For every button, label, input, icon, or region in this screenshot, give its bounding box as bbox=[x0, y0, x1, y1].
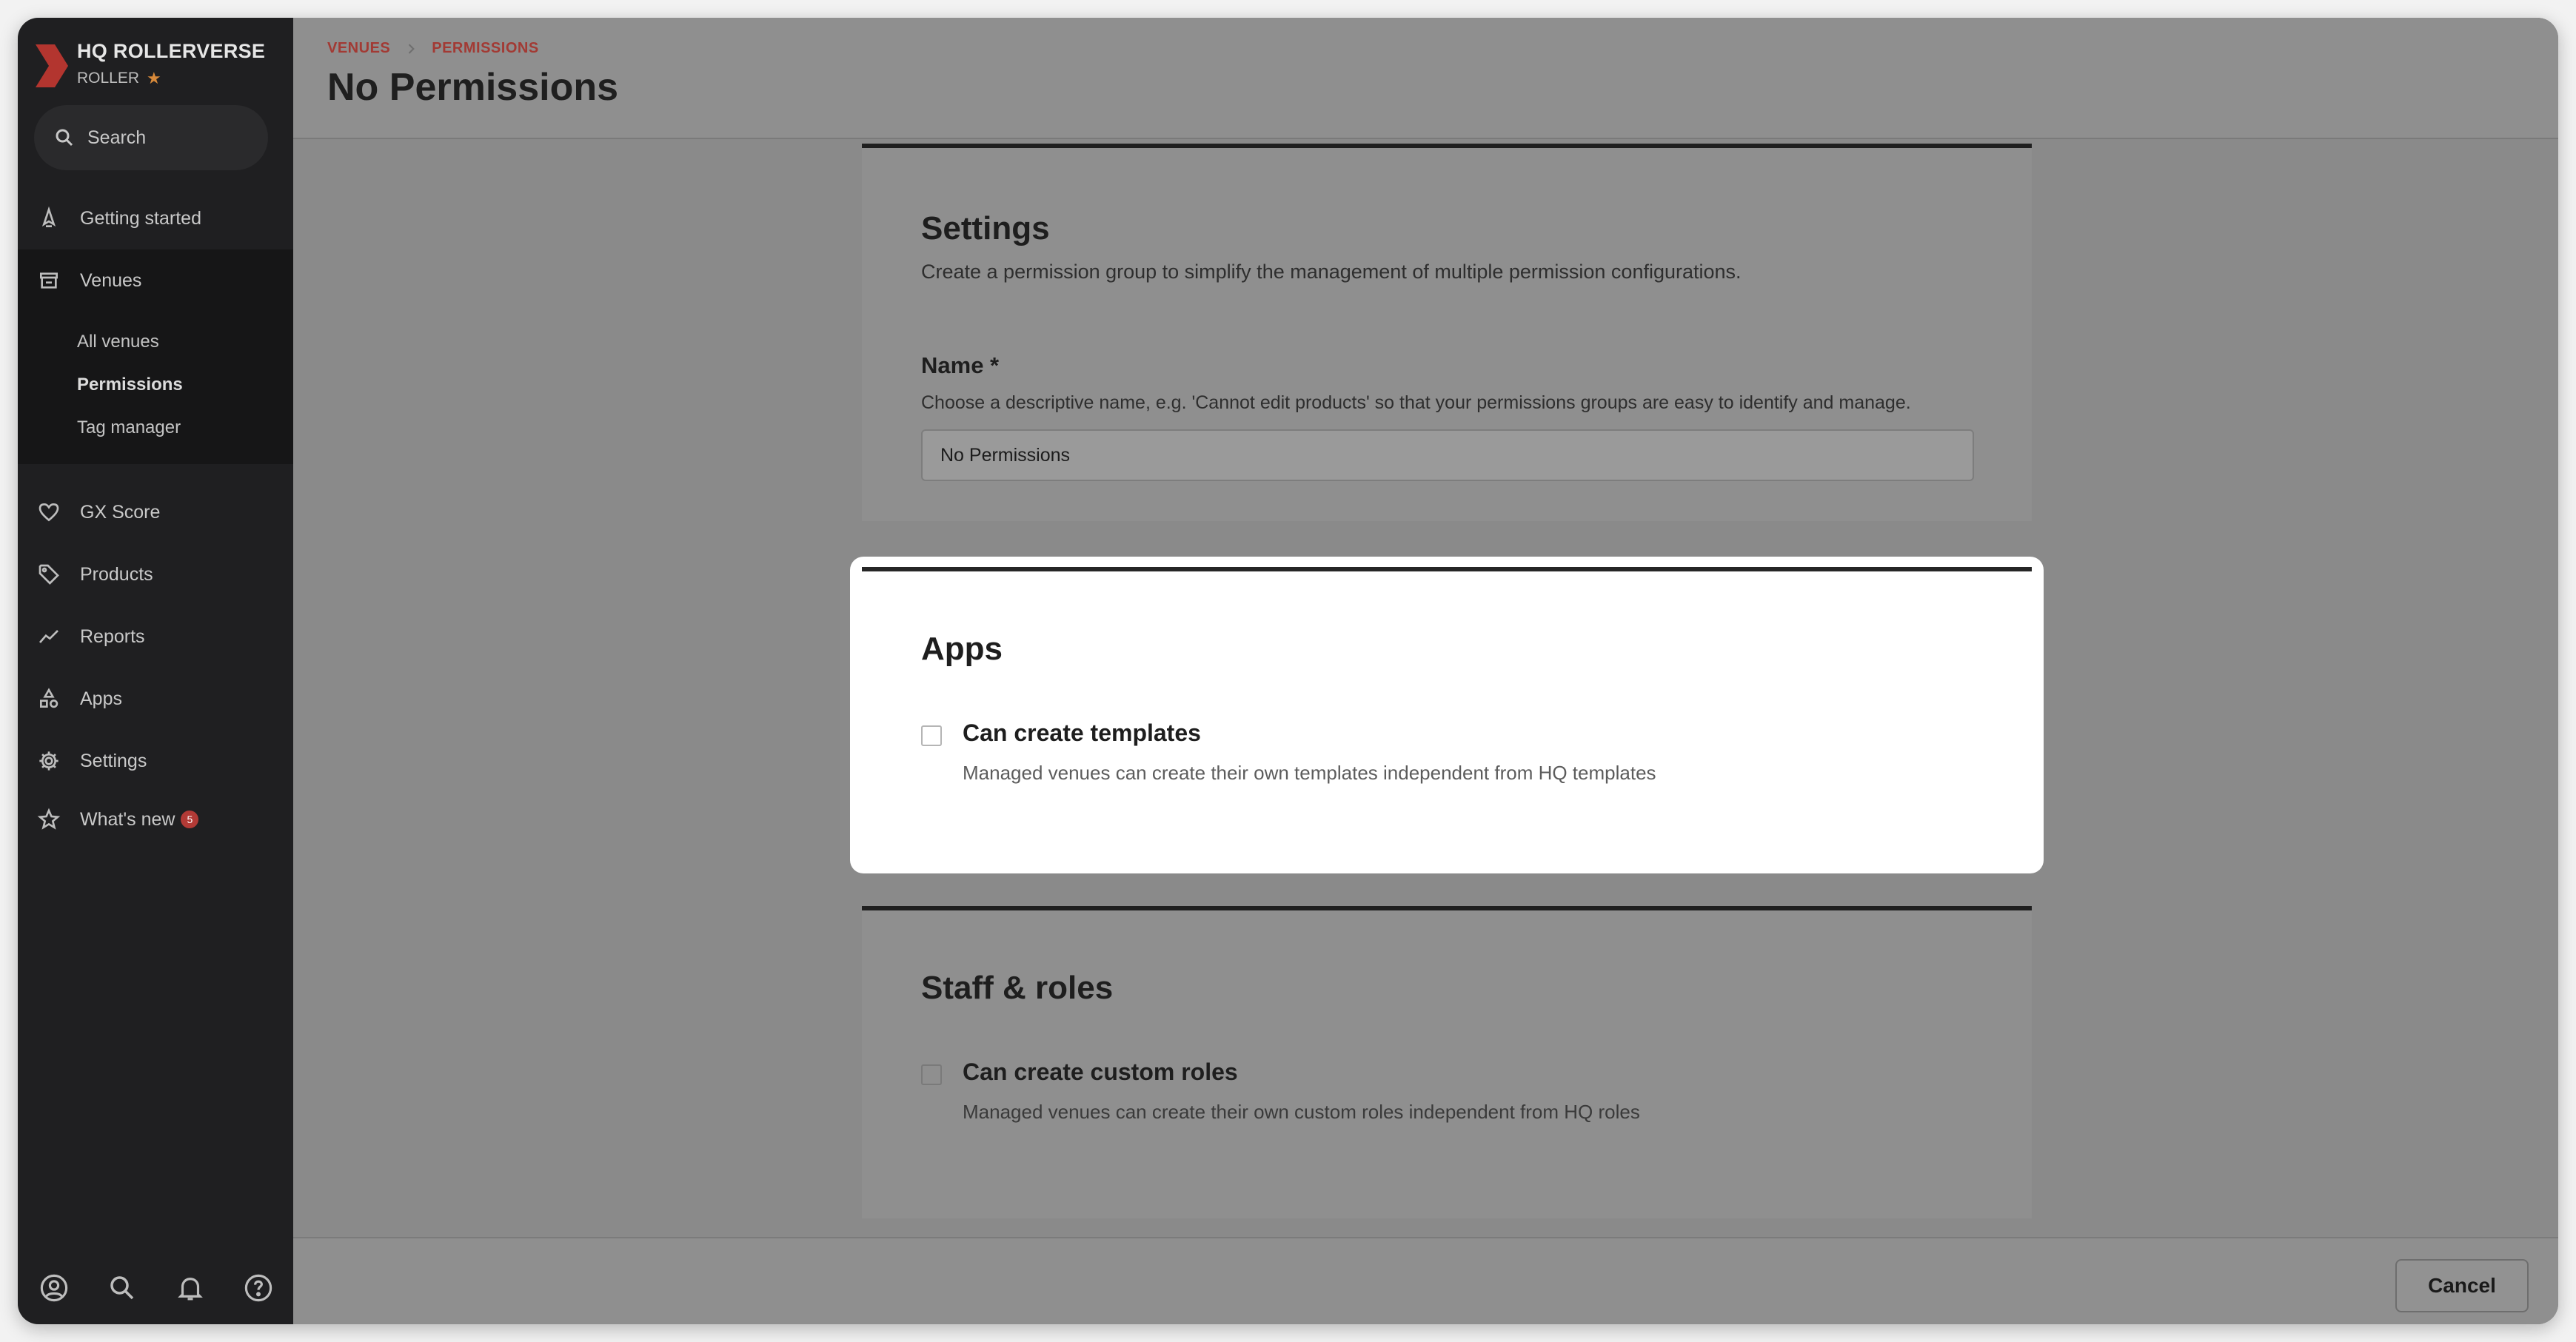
can-create-templates-option: Can create templates Managed venues can … bbox=[921, 719, 1656, 785]
whats-new-badge: 5 bbox=[181, 811, 199, 828]
sidebar-subitem-tag-manager[interactable]: Tag manager bbox=[77, 417, 181, 438]
search-icon[interactable] bbox=[107, 1272, 138, 1304]
page-title: No Permissions bbox=[327, 66, 619, 109]
brand-name: HQ ROLLERVERSE bbox=[77, 40, 266, 62]
roller-logo-icon bbox=[36, 44, 68, 87]
account-icon[interactable] bbox=[39, 1272, 70, 1304]
can-create-templates-checkbox[interactable] bbox=[921, 725, 942, 746]
sidebar-item-label: Getting started bbox=[80, 207, 201, 229]
brand-subtitle: ROLLER bbox=[77, 70, 140, 87]
page-footer: Cancel bbox=[293, 1237, 2558, 1324]
gear-icon bbox=[39, 751, 58, 771]
star-icon: ★ bbox=[147, 69, 161, 87]
option-description: Managed venues can create their own temp… bbox=[963, 762, 1656, 784]
sidebar-item-label: Reports bbox=[80, 625, 145, 647]
sidebar-item-label: Venues bbox=[80, 269, 142, 291]
shapes-icon bbox=[39, 688, 58, 708]
app-window: HQ ROLLERVERSE ROLLER ★ Search Getting s… bbox=[18, 18, 2558, 1324]
help-icon[interactable] bbox=[243, 1272, 274, 1304]
name-field[interactable]: No Permissions bbox=[921, 429, 1974, 481]
sidebar-item-whats-new[interactable]: What's new 5 bbox=[18, 794, 293, 845]
breadcrumb: VENUES PERMISSIONS bbox=[327, 40, 539, 57]
staff-roles-card: Staff & roles Can create custom roles Ma… bbox=[862, 906, 2032, 1218]
breadcrumb-venues[interactable]: VENUES bbox=[327, 40, 390, 57]
cancel-button[interactable]: Cancel bbox=[2395, 1259, 2529, 1312]
star-outline-icon bbox=[37, 808, 61, 830]
sidebar-item-label: Apps bbox=[80, 688, 122, 709]
option-title: Can create custom roles bbox=[963, 1058, 1238, 1085]
apps-card-title: Apps bbox=[921, 631, 1003, 667]
store-icon bbox=[40, 272, 58, 289]
sidebar-item-reports[interactable]: Reports bbox=[18, 611, 293, 662]
settings-card: Settings Create a permission group to si… bbox=[862, 144, 2032, 521]
settings-card-title: Settings bbox=[921, 210, 1050, 246]
main-content: VENUES PERMISSIONS No Permissions Settin… bbox=[293, 18, 2558, 1324]
can-create-custom-roles-option: Can create custom roles Managed venues c… bbox=[921, 1058, 1640, 1124]
sidebar-item-products[interactable]: Products bbox=[18, 548, 293, 600]
sidebar-item-label: GX Score bbox=[80, 501, 161, 523]
chevron-right-icon bbox=[409, 43, 415, 54]
sidebar-item-gx-score[interactable]: GX Score bbox=[18, 486, 293, 538]
rocket-icon bbox=[41, 207, 56, 227]
staff-card-title: Staff & roles bbox=[921, 970, 1114, 1006]
tag-icon bbox=[39, 564, 59, 585]
breadcrumb-permissions[interactable]: PERMISSIONS bbox=[432, 40, 538, 57]
sidebar-subitem-all-venues[interactable]: All venues bbox=[77, 332, 159, 352]
sidebar: HQ ROLLERVERSE ROLLER ★ Search Getting s… bbox=[18, 18, 293, 1324]
search-icon bbox=[56, 129, 73, 147]
option-title: Can create templates bbox=[963, 719, 1201, 746]
sidebar-bottom-toolbar bbox=[34, 1262, 278, 1314]
sidebar-item-label: What's new bbox=[80, 808, 175, 830]
name-field-label: Name * bbox=[921, 352, 1000, 378]
sidebar-item-label: Products bbox=[80, 563, 153, 585]
settings-card-description: Create a permission group to simplify th… bbox=[921, 261, 1742, 283]
sidebar-item-getting-started[interactable]: Getting started bbox=[18, 192, 293, 244]
option-description: Managed venues can create their own cust… bbox=[963, 1101, 1640, 1123]
sidebar-item-venues[interactable]: Venues bbox=[18, 255, 293, 306]
sidebar-item-apps[interactable]: Apps bbox=[18, 673, 293, 725]
name-field-help: Choose a descriptive name, e.g. 'Cannot … bbox=[921, 392, 1911, 413]
heart-icon bbox=[39, 503, 59, 522]
bell-icon[interactable] bbox=[175, 1272, 206, 1304]
search-placeholder: Search bbox=[87, 127, 147, 148]
brand[interactable]: HQ ROLLERVERSE ROLLER ★ bbox=[34, 40, 265, 89]
trend-line-icon bbox=[39, 630, 58, 643]
sidebar-item-label: Settings bbox=[80, 750, 147, 771]
sidebar-search[interactable]: Search bbox=[34, 105, 268, 170]
can-create-custom-roles-checkbox[interactable] bbox=[921, 1064, 942, 1085]
page-header: VENUES PERMISSIONS No Permissions bbox=[293, 18, 2558, 139]
apps-card: Apps Can create templates Managed venues… bbox=[862, 567, 2032, 862]
sidebar-subitem-permissions[interactable]: Permissions bbox=[77, 375, 183, 395]
sidebar-item-settings[interactable]: Settings bbox=[18, 735, 293, 787]
